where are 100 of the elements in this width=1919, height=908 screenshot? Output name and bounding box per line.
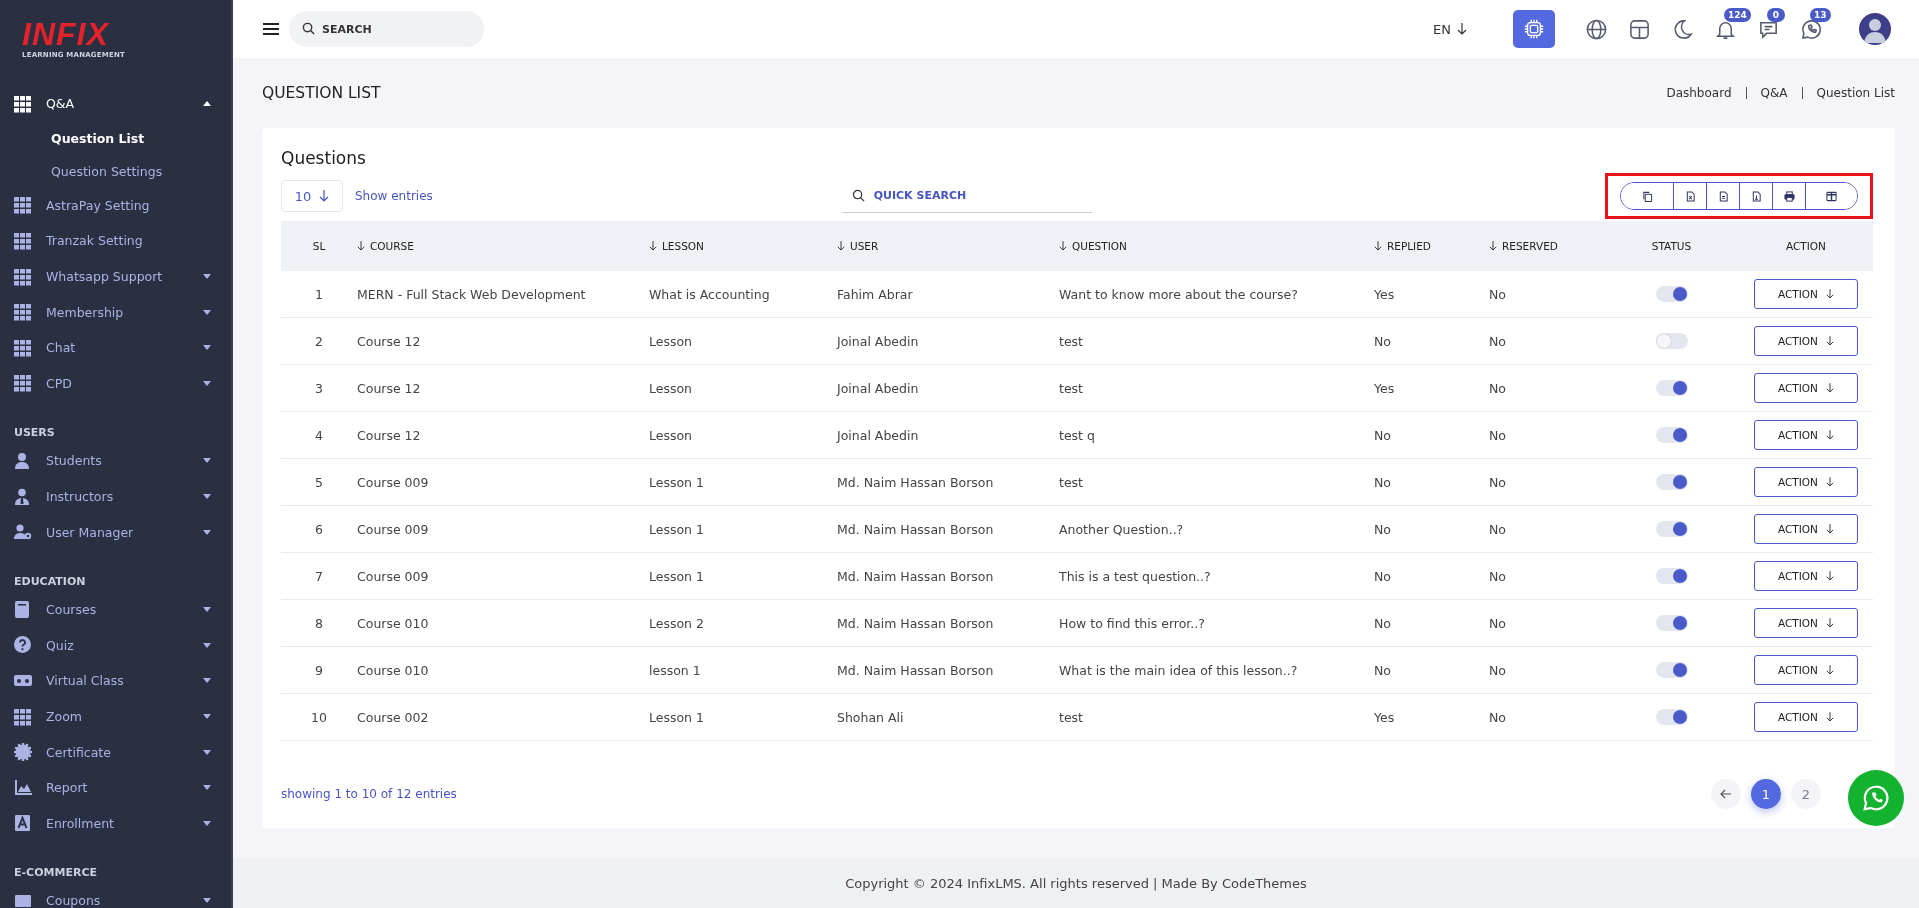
action-dropdown-button[interactable]: ACTION [1754, 420, 1858, 450]
user-icon [14, 451, 32, 470]
breadcrumb-link[interactable]: Q&A [1760, 86, 1788, 100]
sidebar-item[interactable]: Courses [0, 591, 231, 628]
column-header[interactable]: REPLIED [1374, 240, 1431, 252]
table-cell: No [1489, 662, 1506, 678]
caret-icon [203, 898, 211, 904]
layout-icon[interactable] [1628, 17, 1651, 41]
page-button[interactable]: 2 [1791, 779, 1821, 809]
entries-select[interactable]: 10 [281, 180, 343, 212]
search-field[interactable]: SEARCH [289, 11, 484, 47]
entries-label: Show entries [355, 189, 433, 203]
grid-icon [14, 338, 32, 357]
caret-icon [203, 309, 211, 315]
sidebar-item[interactable]: Quiz [0, 627, 231, 664]
sidebar-item[interactable]: Zoom [0, 698, 231, 735]
arrow-down-icon [1826, 524, 1834, 534]
sidebar-item[interactable]: Membership [0, 294, 231, 330]
grid-icon [14, 267, 32, 286]
chart-icon [14, 778, 32, 797]
sidebar-item[interactable]: Chat [0, 329, 231, 366]
table-cell: Lesson 1 [649, 568, 704, 584]
sidebar-item[interactable]: Virtual Class [0, 663, 231, 699]
sidebar-item[interactable]: AstraPay Setting [0, 187, 231, 224]
caret-icon [203, 458, 211, 464]
table-cell: No [1374, 333, 1391, 349]
status-toggle[interactable] [1655, 427, 1688, 443]
sidebar-item[interactable]: Report [0, 769, 231, 806]
table-cell: Course 12 [357, 427, 421, 443]
status-toggle[interactable] [1655, 709, 1688, 725]
table-cell: Course 010 [357, 662, 429, 678]
arrow-down-icon [1826, 571, 1834, 581]
arrow-down-icon [319, 190, 330, 202]
table-cell: Course 12 [357, 333, 421, 349]
status-toggle[interactable] [1655, 474, 1688, 490]
table-cell: Md. Naim Hassan Borson [837, 568, 994, 584]
action-dropdown-button[interactable]: ACTION [1754, 326, 1858, 356]
submenu-item[interactable]: Question Settings [0, 154, 231, 188]
status-toggle[interactable] [1655, 380, 1688, 396]
ai-chip-button[interactable] [1513, 10, 1555, 48]
columns-button[interactable] [1805, 183, 1857, 209]
action-dropdown-button[interactable]: ACTION [1754, 608, 1858, 638]
breadcrumb-link[interactable]: Dashboard [1666, 86, 1732, 100]
column-header[interactable]: QUESTION [1059, 240, 1127, 252]
sort-arrow-icon [837, 241, 845, 251]
action-dropdown-button[interactable]: ACTION [1754, 279, 1858, 309]
action-dropdown-button[interactable]: ACTION [1754, 373, 1858, 403]
sort-arrow-icon [357, 241, 365, 251]
sidebar-item[interactable]: Instructors [0, 478, 231, 515]
sidebar-item[interactable]: Students [0, 443, 231, 479]
quick-search-field[interactable]: QUICK SEARCH [841, 179, 1092, 213]
status-toggle[interactable] [1655, 521, 1688, 537]
table-cell: No [1374, 615, 1391, 631]
table-cell: test q [1059, 427, 1095, 443]
pdf-file-icon [1750, 190, 1762, 202]
sidebar-item[interactable]: User Manager [0, 514, 231, 550]
globe-icon[interactable] [1585, 17, 1608, 41]
table-cell: No [1374, 521, 1391, 537]
table-cell: Course 009 [357, 568, 429, 584]
action-dropdown-button[interactable]: ACTION [1754, 655, 1858, 685]
arrow-down-icon [1826, 477, 1834, 487]
phone-chat-icon[interactable] [1800, 17, 1823, 41]
sidebar-item[interactable]: Certificate [0, 734, 231, 770]
action-dropdown-button[interactable]: ACTION [1754, 561, 1858, 591]
sidebar-item[interactable]: CPD [0, 365, 231, 402]
sidebar-item[interactable]: Tranzak Setting [0, 223, 231, 259]
table-cell: 1 [315, 286, 323, 302]
status-toggle[interactable] [1655, 615, 1688, 631]
table-cell: Course 12 [357, 380, 421, 396]
language-selector[interactable]: EN [1427, 20, 1473, 38]
sidebar-item[interactable]: Whatsapp Support [0, 258, 231, 295]
table-cell: Joinal Abedin [837, 333, 919, 349]
column-header[interactable]: LESSON [649, 240, 704, 252]
table-cell: 2 [315, 333, 323, 349]
sidebar-item[interactable]: Enrollment [0, 805, 231, 842]
search-icon [302, 22, 315, 35]
table-cell: Joinal Abedin [837, 380, 919, 396]
column-header[interactable]: RESERVED [1489, 240, 1558, 252]
table-cell: What is the main idea of this lesson..? [1059, 662, 1298, 678]
page-button[interactable]: 1 [1751, 779, 1781, 809]
action-dropdown-button[interactable]: ACTION [1754, 702, 1858, 732]
column-header[interactable]: COURSE [357, 240, 414, 252]
column-header[interactable]: USER [837, 240, 879, 252]
breadcrumb-link[interactable]: Question List [1816, 86, 1895, 100]
status-toggle[interactable] [1655, 286, 1688, 302]
column-header: STATUS [1651, 240, 1692, 252]
avatar[interactable] [1859, 13, 1891, 45]
action-dropdown-button[interactable]: ACTION [1754, 467, 1858, 497]
status-toggle[interactable] [1655, 568, 1688, 584]
section-heading: EDUCATION [13, 573, 87, 590]
table-cell: No [1374, 662, 1391, 678]
status-toggle[interactable] [1655, 333, 1688, 349]
caret-icon [203, 678, 211, 684]
sidebar-item[interactable]: Coupons [0, 883, 231, 908]
table-cell: No [1489, 286, 1506, 302]
sidebar-item[interactable]: Q&A [0, 86, 231, 122]
status-toggle[interactable] [1655, 662, 1688, 678]
submenu-item[interactable]: Question List [0, 121, 231, 155]
action-dropdown-button[interactable]: ACTION [1754, 514, 1858, 544]
menu-icon[interactable] [263, 22, 279, 36]
